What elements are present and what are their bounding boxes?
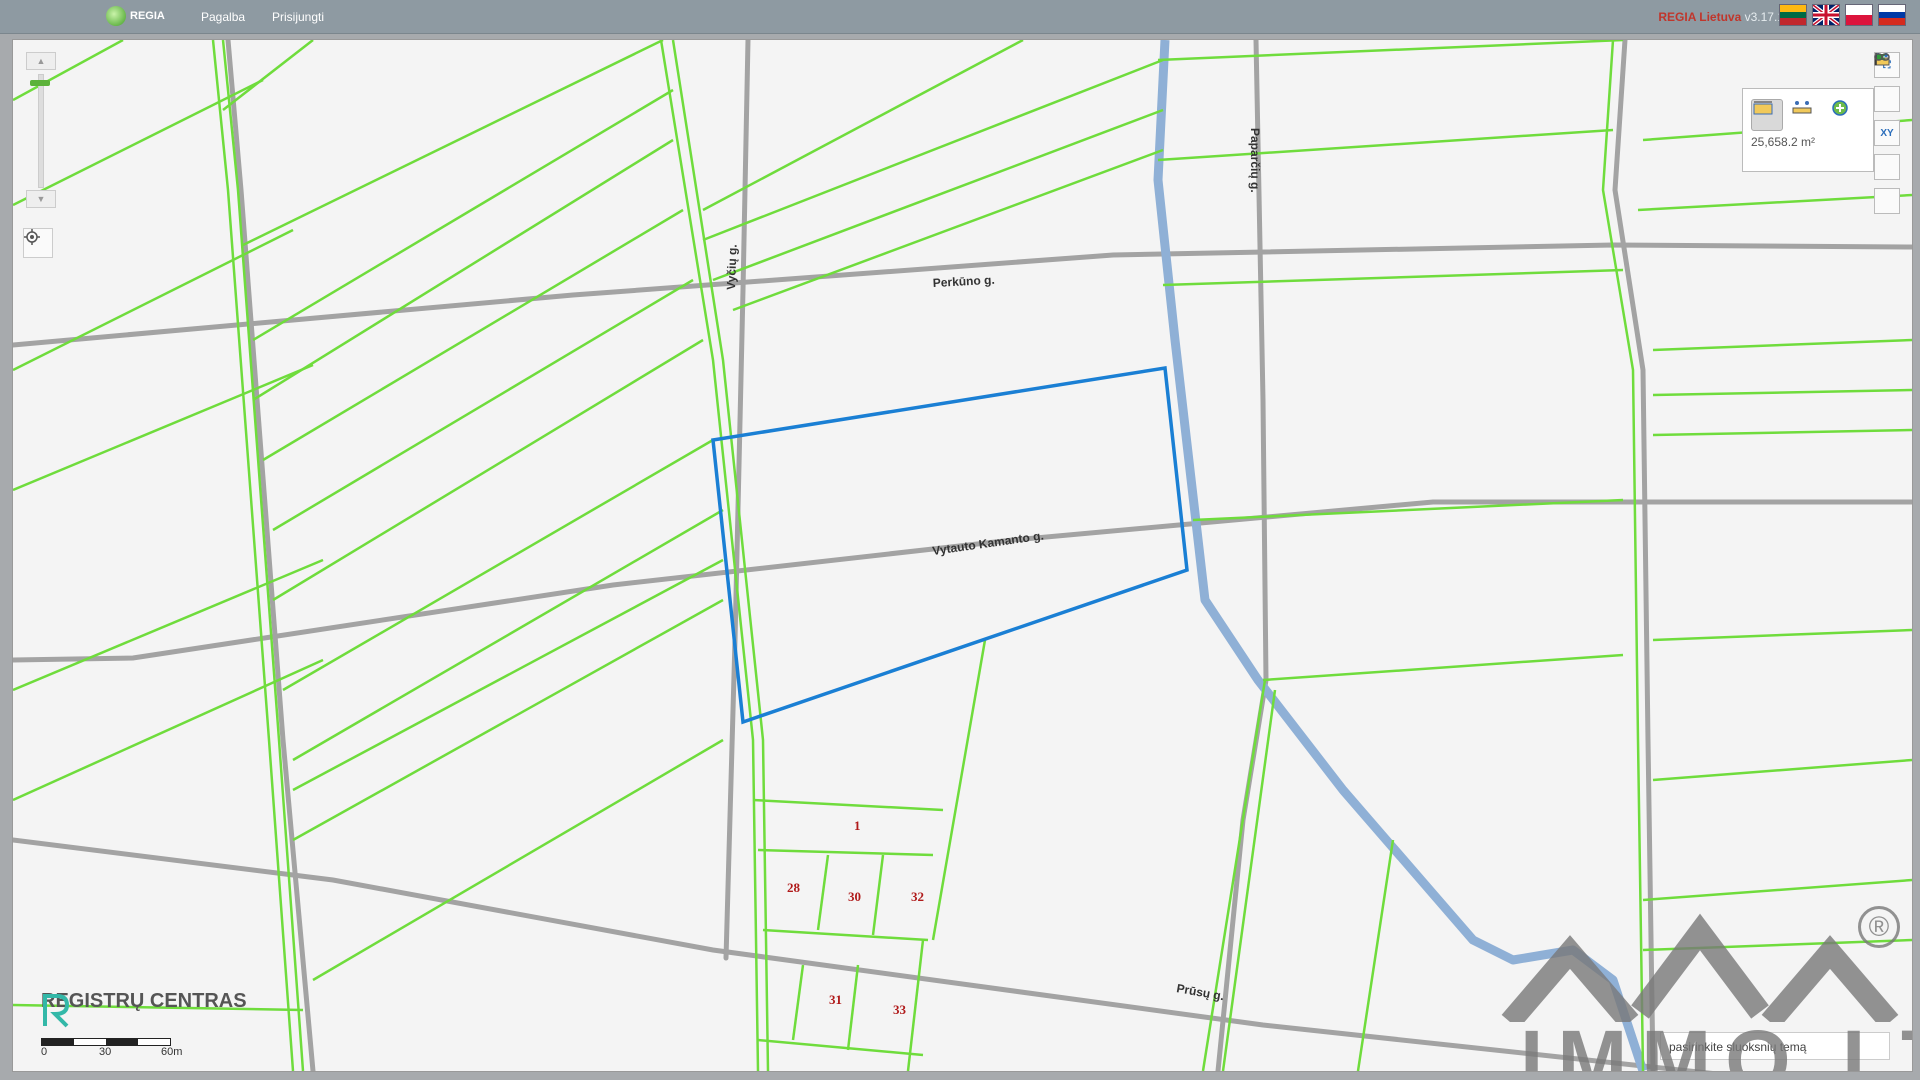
immo-roof-logo: [1501, 913, 1899, 1022]
registru-centras-label: REGISTRŲ CENTRAS: [41, 990, 247, 1012]
locate-button[interactable]: [23, 228, 53, 258]
parcel-label-30: 30: [848, 889, 861, 904]
immo-watermark-text: IMMO.LT: [1520, 1013, 1912, 1072]
add-measure-button[interactable]: [1831, 99, 1861, 129]
measure-distance-icon: [1792, 101, 1812, 114]
registru-centras-logo: REGISTRŲ CENTRAS: [41, 990, 247, 1028]
label-vyciu: Vyčių g.: [724, 244, 740, 290]
zoom-in-button[interactable]: ▲: [26, 52, 56, 70]
parcel-label-33: 33: [893, 1002, 907, 1017]
zoom-slider[interactable]: [26, 70, 54, 190]
link-icon: [1874, 53, 1890, 61]
road-paparciu: [1215, 40, 1269, 1071]
map-scale: 0 30 60m: [41, 1038, 221, 1068]
label-kamanto: Vytauto Kamanto g.: [931, 528, 1044, 557]
english-flag-icon[interactable]: [1812, 4, 1840, 26]
scale-label-30: 30: [99, 1046, 112, 1058]
measure-area-button[interactable]: [1751, 99, 1783, 131]
label-perkuno: Perkūno g.: [932, 273, 995, 290]
layers-button[interactable]: [1874, 53, 1900, 112]
locate-icon: [24, 229, 40, 245]
immo-watermark: IMMO.LT ®: [1500, 862, 1912, 1071]
app-version: REGIA Lietuva v3.17.1: [1658, 10, 1784, 24]
parcel-label-31: 31: [829, 992, 842, 1007]
top-bar: REGIA Pagalba Prisijungti REGIA Lietuva …: [0, 0, 1920, 34]
map-canvas[interactable]: Perkūno g. Vytauto Kamanto g. Vyčių g. P…: [12, 39, 1913, 1072]
chevron-down-icon: ▼: [36, 194, 46, 204]
scale-label-0: 0: [41, 1046, 48, 1058]
zoom-thumb[interactable]: [30, 80, 50, 86]
zoom-out-button[interactable]: ▼: [26, 190, 56, 208]
polish-flag-icon[interactable]: [1845, 4, 1873, 26]
measure-result: 25,658.2 m²: [1751, 135, 1816, 149]
measure-area-icon: [1753, 101, 1773, 115]
russian-flag-icon[interactable]: [1878, 4, 1906, 26]
road-left: [225, 40, 316, 1071]
zoom-track: [38, 74, 44, 188]
regia-logo[interactable]: REGIA: [106, 6, 165, 26]
measure-distance-button[interactable]: [1791, 99, 1821, 129]
registru-centras-icon: [43, 994, 70, 1028]
language-selector: [1779, 4, 1906, 26]
xy-icon: XY: [1880, 127, 1894, 139]
parcel-label-32: 32: [911, 889, 924, 904]
lithuanian-flag-icon[interactable]: [1779, 4, 1807, 26]
app-brand: REGIA Lietuva: [1658, 10, 1742, 24]
regia-logo-label: REGIA: [130, 10, 165, 22]
scale-bar: [41, 1038, 171, 1046]
link-button[interactable]: [1874, 53, 1900, 214]
road-kamanto: [13, 499, 1912, 663]
measure-panel: 25,658.2 m²: [1742, 88, 1874, 172]
scale-label-60: 60m: [161, 1046, 183, 1058]
zoom-control: ▲ ▼: [26, 52, 56, 208]
coordinates-button[interactable]: XY: [1874, 120, 1900, 146]
map-tools: ⛶ XY: [1874, 52, 1902, 214]
label-paparciu: Paparčių g.: [1248, 128, 1262, 193]
add-icon: [1832, 100, 1848, 116]
parcel-label-1: 1: [854, 818, 861, 833]
regia-logo-icon: [106, 6, 126, 26]
registered-mark: ®: [1858, 906, 1900, 948]
nav-login[interactable]: Prisijungti: [272, 10, 324, 24]
nav-help[interactable]: Pagalba: [201, 10, 245, 24]
parcel-label-28: 28: [787, 880, 801, 895]
flag-button[interactable]: [1874, 53, 1900, 180]
chevron-up-icon: ▲: [36, 56, 46, 66]
